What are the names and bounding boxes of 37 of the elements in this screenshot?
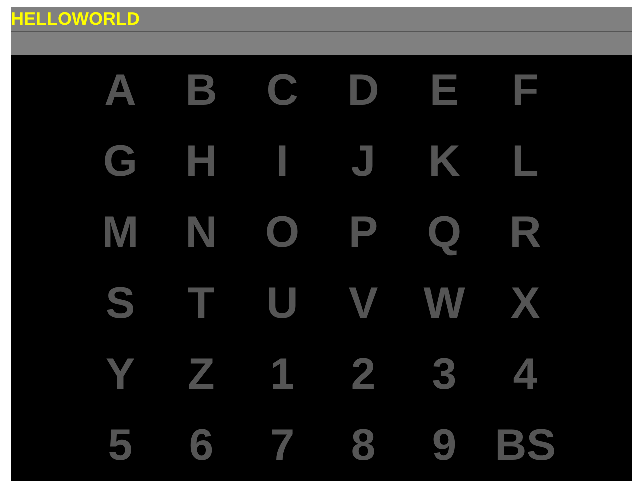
key-button[interactable]: 9 bbox=[432, 424, 457, 468]
key-button[interactable]: 4 bbox=[513, 352, 538, 396]
key-button[interactable]: 1 bbox=[270, 352, 295, 396]
key-button[interactable]: S bbox=[106, 282, 136, 326]
key-button[interactable]: A bbox=[104, 68, 136, 112]
key-button[interactable]: I bbox=[276, 140, 289, 184]
key-button[interactable]: Q bbox=[427, 210, 462, 254]
window-title: HELLOWORLD bbox=[11, 10, 140, 28]
key-button[interactable]: R bbox=[510, 210, 542, 254]
key-button[interactable]: BS bbox=[494, 424, 556, 468]
key-button[interactable]: 8 bbox=[351, 424, 376, 468]
key-button[interactable]: H bbox=[186, 140, 218, 184]
key-button[interactable]: 5 bbox=[108, 424, 133, 468]
key-button[interactable]: C bbox=[266, 68, 298, 112]
key-button[interactable]: B bbox=[186, 68, 218, 112]
key-button[interactable]: K bbox=[428, 140, 460, 184]
key-button[interactable]: 2 bbox=[351, 352, 376, 396]
key-button[interactable]: F bbox=[512, 68, 539, 112]
key-button[interactable]: 6 bbox=[189, 424, 214, 468]
key-button[interactable]: Y bbox=[106, 352, 136, 396]
key-button[interactable]: X bbox=[510, 282, 540, 326]
key-button[interactable]: 3 bbox=[432, 352, 457, 396]
key-button[interactable]: N bbox=[186, 210, 218, 254]
key-button[interactable]: W bbox=[424, 282, 466, 326]
key-button[interactable]: 7 bbox=[270, 424, 295, 468]
key-button[interactable]: O bbox=[265, 210, 300, 254]
key-button[interactable]: V bbox=[348, 282, 378, 326]
key-button[interactable]: D bbox=[348, 68, 380, 112]
key-button[interactable]: M bbox=[102, 210, 139, 254]
key-button[interactable]: E bbox=[430, 68, 460, 112]
key-button[interactable]: G bbox=[103, 140, 138, 184]
key-button[interactable]: T bbox=[188, 282, 215, 326]
key-button[interactable]: P bbox=[348, 210, 378, 254]
key-button[interactable]: J bbox=[351, 140, 376, 184]
key-button[interactable]: U bbox=[266, 282, 298, 326]
key-button[interactable]: Z bbox=[188, 352, 215, 396]
key-button[interactable]: L bbox=[512, 140, 539, 184]
